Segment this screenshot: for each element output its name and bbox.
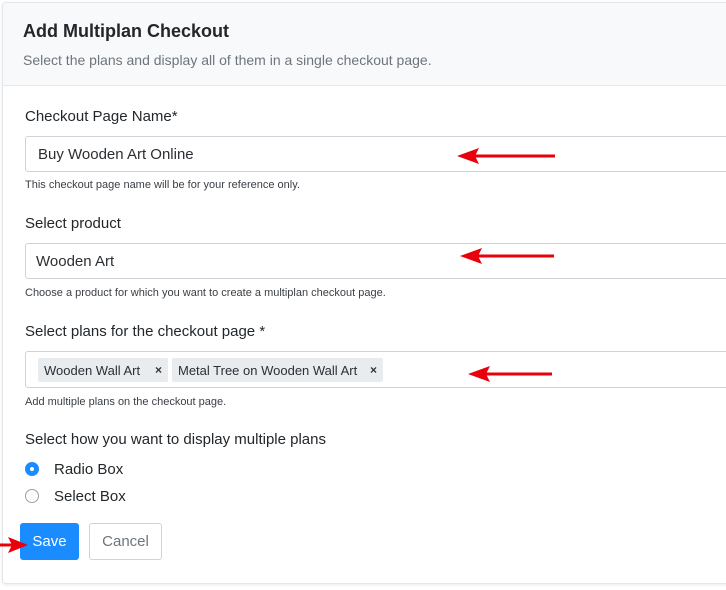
product-value: Wooden Art — [36, 253, 115, 270]
plan-tag: Metal Tree on Wooden Wall Art × — [172, 358, 383, 382]
product-help: Choose a product for which you want to c… — [25, 287, 386, 299]
display-type-label: Select how you want to display multiple … — [25, 431, 326, 448]
product-label: Select product — [25, 215, 121, 232]
annotation-arrow-icon — [468, 366, 552, 382]
plans-multiselect[interactable]: Wooden Wall Art × Metal Tree on Wooden W… — [25, 351, 726, 388]
checkout-name-input[interactable]: Buy Wooden Art Online — [25, 136, 726, 172]
radio-unchecked-icon[interactable] — [25, 489, 39, 503]
checkout-name-help: This checkout page name will be for your… — [25, 179, 300, 191]
remove-tag-icon[interactable]: × — [370, 363, 377, 377]
dialog-subtitle: Select the plans and display all of them… — [23, 52, 432, 68]
radio-option-label: Radio Box — [54, 461, 124, 478]
dialog-header: Add Multiplan Checkout Select the plans … — [3, 3, 726, 86]
plans-label: Select plans for the checkout page * — [25, 323, 266, 340]
radio-option-label: Select Box — [54, 488, 126, 505]
checkout-name-value: Buy Wooden Art Online — [38, 146, 194, 163]
radio-checked-icon[interactable] — [25, 462, 39, 476]
dialog-title: Add Multiplan Checkout — [23, 21, 229, 41]
plan-tag-label: Metal Tree on Wooden Wall Art — [178, 363, 358, 378]
cancel-button[interactable]: Cancel — [89, 523, 162, 560]
plans-help: Add multiple plans on the checkout page. — [25, 396, 227, 408]
annotation-arrow-icon — [460, 248, 554, 264]
checkout-name-label: Checkout Page Name* — [25, 108, 178, 125]
remove-tag-icon[interactable]: × — [155, 363, 162, 377]
product-select[interactable]: Wooden Art — [25, 243, 726, 279]
plan-tag: Wooden Wall Art × — [38, 358, 168, 382]
annotation-arrow-icon — [0, 537, 28, 553]
annotation-arrow-icon — [457, 148, 555, 164]
plan-tag-label: Wooden Wall Art — [44, 363, 141, 378]
